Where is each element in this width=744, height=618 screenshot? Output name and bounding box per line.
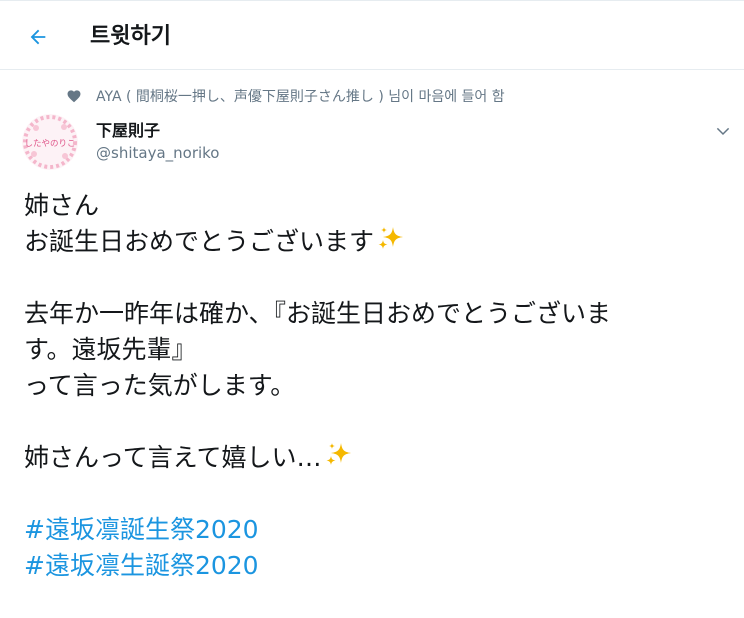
heart-icon bbox=[67, 90, 81, 103]
tweet-line-with-sparkle: 姉さんって言えて嬉しい… bbox=[24, 440, 724, 476]
tweet-line: って言った気がします。 bbox=[24, 371, 296, 400]
tweet-line: 姉さんって言えて嬉しい… bbox=[24, 443, 322, 472]
chevron-down-icon[interactable] bbox=[714, 122, 732, 140]
tweet-text: 姉さん お誕生日おめでとうございます 去年か一昨年は確か、『お誕生日おめでとうご… bbox=[24, 188, 724, 584]
hashtag-link[interactable]: #遠坂凛誕生祭2020 bbox=[24, 512, 724, 548]
sparkles-icon bbox=[326, 443, 351, 465]
back-arrow-icon bbox=[30, 29, 46, 45]
back-button[interactable] bbox=[24, 23, 52, 51]
context-text: AYA ( 間桐桜一押し、声優下屋則子さん推し ) 님이 마음에 들어 함 bbox=[96, 89, 505, 105]
tweet-author[interactable]: 下屋則子 @shitaya_noriko bbox=[96, 120, 219, 164]
tweet-line: す。遠坂先輩』 bbox=[24, 335, 197, 364]
author-handle[interactable]: @shitaya_noriko bbox=[96, 142, 219, 164]
tweet-line: お誕生日おめでとうございます bbox=[24, 227, 375, 256]
tweet-line: 姉さん bbox=[24, 191, 100, 220]
liked-by-context: AYA ( 間桐桜一押し、声優下屋則子さん推し ) 님이 마음에 들어 함 bbox=[66, 84, 505, 108]
sparkles-icon bbox=[378, 227, 404, 249]
hashtag-link[interactable]: #遠坂凛生誕祭2020 bbox=[24, 548, 724, 584]
avatar[interactable]: したやのりこ bbox=[22, 114, 78, 170]
page-title: 트윗하기 bbox=[90, 24, 171, 49]
avatar-image: したやのりこ bbox=[22, 114, 78, 170]
tweet-line: 去年か一昨年は確か、『お誕生日おめでとうございま bbox=[24, 299, 612, 328]
avatar-logo-text: したやのりこ bbox=[24, 139, 75, 149]
author-display-name[interactable]: 下屋則子 bbox=[96, 120, 219, 142]
tweet-line-with-sparkle: お誕生日おめでとうございます bbox=[24, 224, 724, 260]
page-header: 트윗하기 bbox=[0, 0, 744, 70]
